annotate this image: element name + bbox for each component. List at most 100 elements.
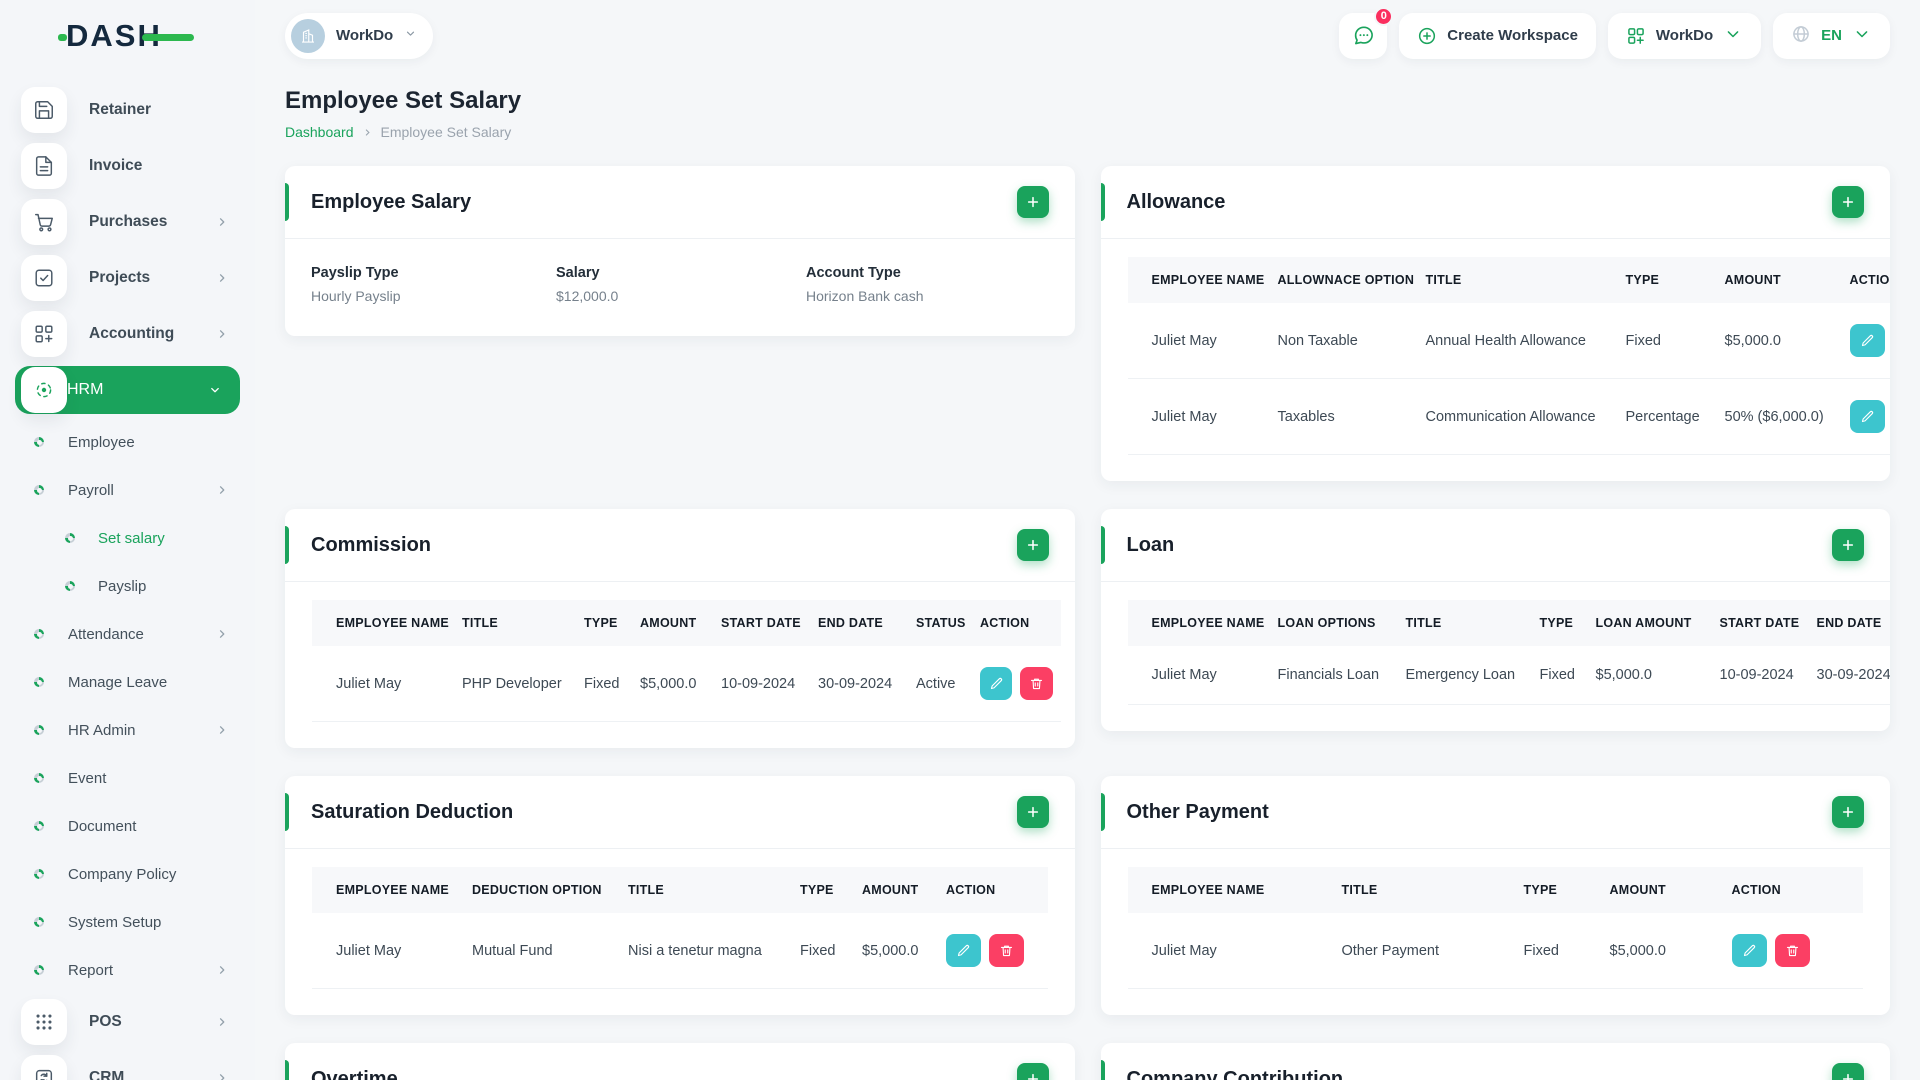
- sidebar-item-payslip[interactable]: Payslip: [0, 562, 255, 610]
- field-account-type: Account Type Horizon Bank cash: [806, 265, 1049, 304]
- plus-icon: [1027, 806, 1038, 818]
- edit-button[interactable]: [1849, 324, 1885, 357]
- table-cell: 10-09-2024: [721, 675, 796, 692]
- bullet-icon: [34, 437, 44, 447]
- messages-button[interactable]: 0: [1339, 6, 1394, 59]
- sidebar-item-report[interactable]: Report: [0, 946, 255, 994]
- sidebar-item-pos[interactable]: POS: [0, 994, 255, 1050]
- sidebar-item-employee[interactable]: Employee: [0, 418, 255, 466]
- workspace-selector[interactable]: WorkDo: [285, 12, 434, 59]
- sidebar-item-document[interactable]: Document: [0, 802, 255, 850]
- chevron-down-icon: [1852, 24, 1872, 48]
- edit-button[interactable]: [980, 667, 1013, 700]
- table-cell: Fixed: [1539, 667, 1575, 683]
- other-payment-table: EMPLOYEE NAME TITLE TYPE AMOUNT ACTION J…: [1127, 867, 1863, 989]
- column-header: TITLE: [620, 867, 792, 913]
- column-header: AMOUNT: [1601, 867, 1724, 913]
- table-cell: Fixed: [800, 942, 836, 959]
- add-company-contribution-button[interactable]: [1832, 1063, 1864, 1080]
- saturation-deduction-card: Saturation Deduction EMPLOYEE NAME DEDUC…: [285, 776, 1075, 1015]
- sidebar-item-payroll[interactable]: Payroll: [0, 466, 255, 514]
- add-commission-button[interactable]: [1016, 529, 1049, 561]
- table-header-row: EMPLOYEE NAME DEDUCTION OPTION TITLE TYP…: [312, 867, 1048, 913]
- card-title: Commission: [311, 533, 432, 556]
- card-title: Employee Salary: [311, 190, 472, 213]
- add-loan-button[interactable]: [1832, 529, 1864, 561]
- plus-icon: [1027, 539, 1038, 551]
- sidebar-item-label: Set salary: [98, 529, 165, 547]
- chevron-right-icon: [215, 963, 229, 977]
- sidebar-item-system-setup[interactable]: System Setup: [0, 898, 255, 946]
- chevron-right-icon: [215, 271, 229, 285]
- column-header: ACTION: [972, 600, 1061, 646]
- app-switcher-button[interactable]: WorkDo: [1607, 12, 1762, 59]
- language-selector[interactable]: EN: [1773, 12, 1890, 59]
- add-other-payment-button[interactable]: [1832, 796, 1864, 828]
- app-root: DASH Retainer Invoice Purchases Projects: [0, 0, 1920, 1080]
- sidebar-item-event[interactable]: Event: [0, 754, 255, 802]
- brand-logo[interactable]: DASH: [0, 0, 255, 72]
- edit-button[interactable]: [1849, 400, 1885, 433]
- add-overtime-button[interactable]: [1016, 1063, 1049, 1080]
- logo-bar-icon: [142, 34, 194, 41]
- main-content: WorkDo 0 Create Workspace WorkDo EN Empl…: [255, 0, 1920, 1080]
- delete-button[interactable]: [1020, 667, 1053, 700]
- sidebar-item-purchases[interactable]: Purchases: [0, 194, 255, 250]
- column-header: END DATE: [810, 600, 908, 646]
- bullet-icon: [34, 917, 44, 927]
- app-menu-label: WorkDo: [1655, 27, 1714, 44]
- breadcrumb-dashboard-link[interactable]: Dashboard: [285, 124, 354, 140]
- chevron-down-icon: [404, 27, 417, 45]
- commission-card: Commission EMPLOYEE NAME TITLE TYPE AMOU…: [285, 509, 1075, 748]
- chevron-right-icon: [215, 723, 229, 737]
- column-header: ACTION: [1723, 867, 1863, 913]
- sidebar-item-retainer[interactable]: Retainer: [0, 82, 255, 138]
- sidebar-item-label: Payslip: [98, 577, 147, 595]
- pencil-icon: [1861, 410, 1873, 423]
- card-header: Allowance: [1100, 166, 1890, 239]
- crm-icon: [21, 1055, 67, 1080]
- pos-grid-dots-icon: [21, 999, 67, 1045]
- delete-button[interactable]: [1774, 934, 1810, 967]
- sidebar-item-label: Attendance: [68, 625, 144, 643]
- grid-plus-icon: [1628, 27, 1644, 44]
- sidebar-item-crm[interactable]: CRM: [0, 1050, 255, 1080]
- create-workspace-button[interactable]: Create Workspace: [1399, 12, 1596, 59]
- sidebar-item-label: Payroll: [68, 481, 114, 499]
- table-cell: Juliet May: [1151, 667, 1217, 683]
- sidebar-item-label: Retainer: [89, 101, 152, 118]
- sidebar-item-hrm[interactable]: HRM: [15, 366, 240, 414]
- table-row: Juliet May Other Payment Fixed $5,000.0: [1127, 913, 1863, 989]
- sidebar-item-hr-admin[interactable]: HR Admin: [0, 706, 255, 754]
- workspace-avatar: [291, 18, 325, 53]
- breadcrumb: Dashboard Employee Set Salary: [285, 124, 1890, 140]
- field-value: Horizon Bank cash: [806, 288, 924, 304]
- sidebar-item-manage-leave[interactable]: Manage Leave: [0, 658, 255, 706]
- add-employee-salary-button[interactable]: [1016, 186, 1049, 218]
- sidebar-item-invoice[interactable]: Invoice: [0, 138, 255, 194]
- sidebar-item-attendance[interactable]: Attendance: [0, 610, 255, 658]
- trash-icon: [1786, 945, 1798, 957]
- table-cell: 30-09-2024: [818, 675, 893, 692]
- pencil-icon: [1743, 944, 1755, 957]
- chevron-right-icon: [215, 1015, 229, 1029]
- column-header: TITLE: [1417, 257, 1618, 303]
- bullet-icon: [65, 533, 75, 543]
- add-allowance-button[interactable]: [1832, 186, 1864, 218]
- field-label: Account Type: [806, 265, 901, 281]
- sidebar-item-company-policy[interactable]: Company Policy: [0, 850, 255, 898]
- table-row: Juliet May Non Taxable Annual Health All…: [1127, 303, 1890, 379]
- add-saturation-deduction-button[interactable]: [1016, 796, 1049, 828]
- edit-button[interactable]: [1731, 934, 1767, 967]
- sidebar-item-accounting[interactable]: Accounting: [0, 306, 255, 362]
- sidebar-item-set-salary[interactable]: Set salary: [0, 514, 255, 562]
- trash-icon: [1030, 678, 1042, 690]
- sidebar-item-label: CRM: [89, 1069, 125, 1080]
- edit-button[interactable]: [946, 934, 981, 967]
- saturation-deduction-table: EMPLOYEE NAME DEDUCTION OPTION TITLE TYP…: [312, 867, 1048, 989]
- table-cell: Nisi a tenetur magna: [628, 942, 762, 959]
- sidebar-item-projects[interactable]: Projects: [0, 250, 255, 306]
- table-row: Juliet May Taxables Communication Allowa…: [1127, 379, 1890, 455]
- table-cell: Fixed: [584, 675, 620, 692]
- delete-button[interactable]: [989, 934, 1024, 967]
